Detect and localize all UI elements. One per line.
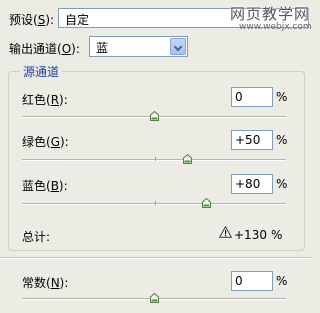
constant-label-key: N: [50, 276, 60, 290]
green-value: +50: [235, 133, 261, 147]
preset-label-suffix: ):: [45, 13, 55, 27]
red-label-text: 红色(: [22, 93, 51, 107]
output-channel-label-suffix: ):: [71, 42, 80, 56]
green-slider-center-tick: [155, 157, 156, 161]
blue-unit: %: [276, 177, 288, 191]
constant-value: 0: [235, 274, 243, 288]
green-label-suffix: ):: [60, 135, 69, 149]
green-slider-track[interactable]: [22, 159, 286, 161]
red-value: 0: [235, 90, 243, 104]
green-slider-thumb[interactable]: [183, 154, 192, 164]
blue-value-input[interactable]: +80: [231, 174, 273, 194]
total-value: +130: [234, 228, 267, 242]
blue-label-text: 蓝色(: [22, 179, 51, 193]
green-label-text: 绿色(: [22, 135, 51, 149]
constant-value-input[interactable]: 0: [231, 271, 273, 291]
warning-icon: [218, 225, 233, 241]
preset-label-text: 预设(: [9, 13, 38, 27]
constant-unit: %: [276, 274, 288, 288]
constant-label: 常数(N):: [22, 274, 68, 291]
output-channel-select[interactable]: 蓝: [89, 36, 188, 57]
preset-label: 预设(S):: [9, 11, 54, 28]
green-label: 绿色(G):: [22, 133, 69, 150]
total-unit: %: [271, 228, 283, 242]
constant-slider-thumb[interactable]: [150, 293, 159, 303]
blue-label-suffix: ):: [58, 179, 68, 193]
green-unit: %: [276, 133, 288, 147]
chevron-down-icon[interactable]: [170, 38, 186, 55]
constant-label-suffix: ):: [59, 276, 69, 290]
preset-value: 自定: [65, 13, 90, 27]
red-unit: %: [276, 90, 288, 104]
green-value-input[interactable]: +50: [231, 130, 273, 150]
blue-slider-track[interactable]: [22, 203, 286, 205]
constant-label-text: 常数(: [22, 276, 51, 290]
watermark-url: www.webjx.com: [239, 22, 312, 32]
red-label: 红色(R):: [22, 91, 68, 108]
green-label-key: G: [50, 135, 60, 149]
red-label-suffix: ):: [59, 93, 68, 107]
red-label-key: R: [50, 93, 60, 107]
blue-slider-center-tick: [155, 201, 156, 205]
output-channel-value: 蓝: [96, 41, 109, 55]
watermark-text: 网页教学网: [230, 5, 311, 23]
blue-label-key: B: [50, 179, 59, 193]
blue-value: +80: [235, 177, 261, 191]
source-channels-title: 源通道: [20, 63, 63, 80]
blue-slider-thumb[interactable]: [202, 198, 211, 208]
output-channel-label-text: 输出通道(: [9, 42, 62, 56]
blue-label: 蓝色(B):: [22, 177, 68, 194]
output-channel-label: 输出通道(O):: [9, 40, 80, 57]
red-slider-thumb[interactable]: [150, 111, 159, 121]
divider: [0, 257, 312, 259]
total-label: 总计:: [22, 230, 51, 244]
red-value-input[interactable]: 0: [231, 87, 273, 107]
output-channel-label-key: O: [61, 42, 72, 56]
